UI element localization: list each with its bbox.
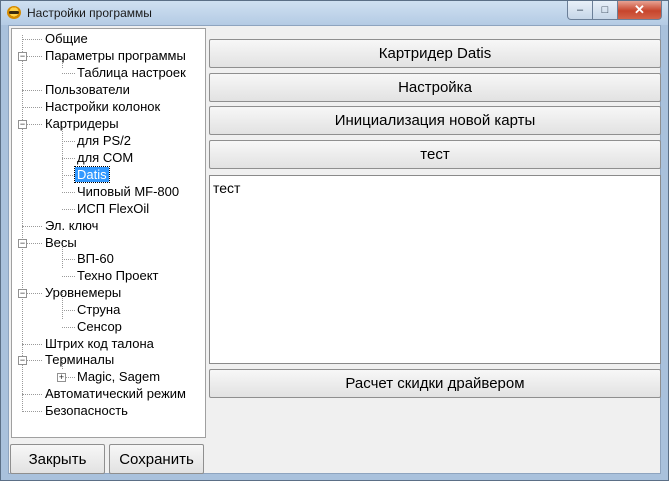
tree-item-auto-mode[interactable]: Автоматический режим	[43, 386, 188, 402]
tree-line	[62, 327, 75, 328]
tree-item-label: Общие	[45, 31, 88, 46]
tree-item-label: Уровнемеры	[45, 285, 122, 300]
tree-item-magic-sagem[interactable]: Magic, Sagem	[75, 369, 162, 385]
tree-item-isp-flexoil[interactable]: ИСП FlexOil	[75, 201, 151, 217]
tree-line	[62, 209, 75, 210]
tree-line	[22, 90, 42, 91]
tree-item-ps2[interactable]: для PS/2	[75, 133, 133, 149]
tree-line	[62, 192, 75, 193]
tree-item-label: ВП-60	[77, 251, 114, 266]
tree-item-scales[interactable]: Весы	[43, 235, 79, 251]
expand-icon[interactable]: +	[57, 373, 66, 382]
tree-item-com[interactable]: для COM	[75, 150, 135, 166]
client-area: − − − − − + Общие Параметры программы Та…	[8, 25, 661, 474]
tree-item-terminals[interactable]: Терминалы	[43, 352, 116, 368]
settings-window: Настройки программы – □ ✕ − − − − − + Об…	[0, 0, 669, 481]
save-button[interactable]: Сохранить	[109, 444, 204, 474]
tree-item-label: ИСП FlexOil	[77, 201, 150, 216]
tree-item-label: Пользователи	[45, 82, 130, 97]
window-controls: – □ ✕	[567, 1, 662, 20]
test-button[interactable]: тест	[209, 140, 661, 169]
cardreader-datis-button[interactable]: Картридер Datis	[209, 39, 661, 68]
tree-item-label: Настройки колонок	[45, 99, 161, 114]
tree-item-label: для COM	[77, 150, 134, 165]
tree-item-label: Datis	[74, 166, 110, 183]
tree-line	[62, 310, 75, 311]
tree-item-label: Автоматический режим	[45, 386, 186, 401]
tree-item-cardreaders[interactable]: Картридеры	[43, 116, 121, 132]
tree-item-security[interactable]: Безопасность	[43, 403, 130, 419]
window-title: Настройки программы	[27, 6, 152, 20]
close-icon: ✕	[634, 2, 645, 17]
tree-item-program-params[interactable]: Параметры программы	[43, 48, 188, 64]
maximize-button[interactable]: □	[593, 1, 618, 20]
tree-item-users[interactable]: Пользователи	[43, 82, 132, 98]
tree-line	[62, 175, 75, 176]
settings-button[interactable]: Настройка	[209, 73, 661, 102]
minimize-icon: –	[576, 4, 584, 16]
collapse-icon[interactable]: −	[18, 239, 27, 248]
tree-item-label: Терминалы	[45, 352, 115, 367]
close-window-button[interactable]: ✕	[618, 1, 662, 20]
tree-line	[22, 226, 42, 227]
tree-item-column-settings[interactable]: Настройки колонок	[43, 99, 162, 115]
tree-item-label: Весы	[45, 235, 77, 250]
init-new-card-button[interactable]: Инициализация новой карты	[209, 106, 661, 135]
collapse-icon[interactable]: −	[18, 52, 27, 61]
tree-item-label: Безопасность	[45, 403, 128, 418]
collapse-icon[interactable]: −	[18, 289, 27, 298]
tree-item-label: Magic, Sagem	[77, 369, 161, 384]
app-logo-icon	[7, 6, 21, 19]
tree-line	[22, 107, 42, 108]
tree-item-settings-table[interactable]: Таблица настроек	[75, 65, 188, 81]
tree-line	[22, 411, 42, 412]
driver-discount-button[interactable]: Расчет скидки драйвером	[209, 369, 661, 398]
tree-item-techno-project[interactable]: Техно Проект	[75, 268, 161, 284]
tree-item-sensor[interactable]: Сенсор	[75, 319, 124, 335]
maximize-icon: □	[601, 4, 609, 16]
settings-tree[interactable]: − − − − − + Общие Параметры программы Та…	[11, 28, 206, 438]
tree-line	[62, 259, 75, 260]
tree-item-label: Струна	[77, 302, 121, 317]
tree-line	[22, 394, 42, 395]
tree-line	[22, 35, 23, 410]
tree-item-datis[interactable]: Datis	[74, 166, 110, 183]
tree-item-level-gauges[interactable]: Уровнемеры	[43, 285, 123, 301]
tree-item-label: для PS/2	[77, 133, 132, 148]
tree-item-chip-mf800[interactable]: Чиповый MF-800	[75, 184, 181, 200]
tree-item-label: Таблица настроек	[77, 65, 186, 80]
output-memo[interactable]: тест	[209, 175, 661, 364]
tree-line	[62, 73, 75, 74]
collapse-icon[interactable]: −	[18, 120, 27, 129]
tree-item-label: Штрих код талона	[45, 336, 154, 351]
minimize-button[interactable]: –	[567, 1, 593, 20]
tree-item-label: Сенсор	[77, 319, 122, 334]
tree-line	[62, 158, 75, 159]
collapse-icon[interactable]: −	[18, 356, 27, 365]
tree-line	[62, 276, 75, 277]
tree-item-label: Техно Проект	[77, 268, 159, 283]
title-bar[interactable]: Настройки программы – □ ✕	[1, 1, 668, 25]
tree-item-label: Параметры программы	[45, 48, 186, 63]
tree-item-label: Картридеры	[45, 116, 119, 131]
tree-item-general[interactable]: Общие	[43, 31, 90, 47]
tree-item-struna[interactable]: Струна	[75, 302, 122, 318]
tree-item-label: Эл. ключ	[45, 218, 99, 233]
tree-item-label: Чиповый MF-800	[77, 184, 180, 199]
tree-line	[62, 141, 75, 142]
tree-item-electronic-key[interactable]: Эл. ключ	[43, 218, 100, 234]
tree-line	[22, 344, 42, 345]
tree-item-barcode[interactable]: Штрих код талона	[43, 336, 156, 352]
close-button[interactable]: Закрыть	[10, 444, 105, 474]
tree-line	[22, 39, 42, 40]
tree-item-vp60[interactable]: ВП-60	[75, 251, 116, 267]
